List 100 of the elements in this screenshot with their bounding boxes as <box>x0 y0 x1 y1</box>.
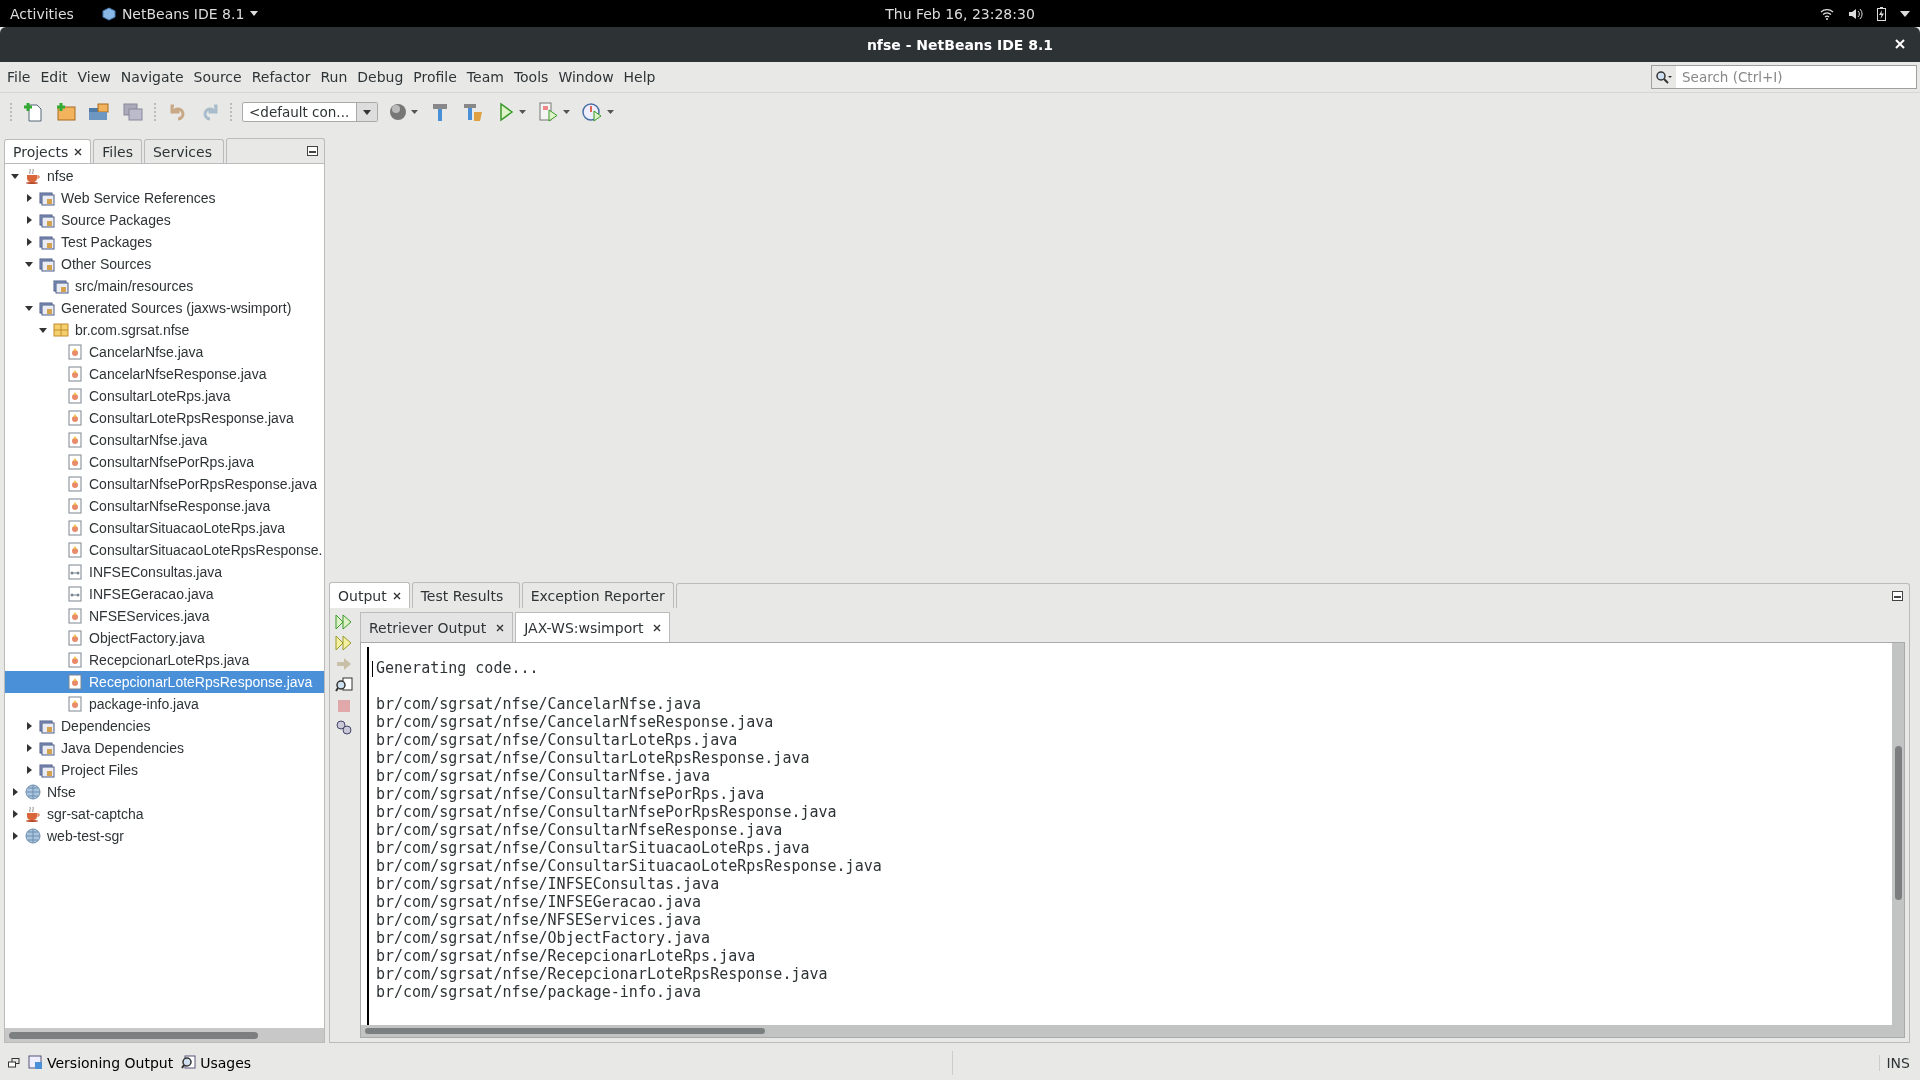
interface-file-icon <box>67 564 83 580</box>
text-cursor <box>372 661 373 677</box>
activities-button[interactable]: Activities <box>10 5 74 22</box>
tree-item[interactable]: ConsultarSituacaoLoteRps.java <box>5 517 324 539</box>
tree-item[interactable]: ConsultarLoteRpsResponse.java <box>5 407 324 429</box>
menu-item[interactable]: Profile <box>408 69 462 85</box>
java-file-icon <box>67 366 83 382</box>
tree-item[interactable]: web-test-sgr <box>5 825 324 847</box>
tree-item[interactable]: Nfse <box>5 781 324 803</box>
java-file-icon <box>67 432 83 448</box>
panel-tab[interactable]: Output <box>329 582 410 608</box>
close-icon[interactable] <box>74 147 83 156</box>
output-line: br/com/sgrsat/nfse/CancelarNfse.java <box>376 695 702 713</box>
menu-item[interactable]: Edit <box>35 69 73 85</box>
collapse-arrow-icon[interactable] <box>9 171 21 181</box>
tree-item[interactable]: CancelarNfseResponse.java <box>5 363 324 385</box>
tree-item[interactable]: nfse <box>5 165 324 187</box>
java-file-icon <box>67 476 83 492</box>
menu-item[interactable]: Team <box>461 69 509 85</box>
output-line: br/com/sgrsat/nfse/ConsultarSituacaoLoteRps.java <box>376 839 810 857</box>
restore-windows-icon[interactable] <box>8 1057 20 1068</box>
rerun-with-options-icon[interactable] <box>335 635 353 651</box>
tree-item[interactable]: Dependencies <box>5 715 324 737</box>
tree-item[interactable]: ConsultarNfsePorRpsResponse.java <box>5 473 324 495</box>
clock[interactable]: Thu Feb 16, 23:28:30 <box>885 5 1035 22</box>
minimize-icon[interactable] <box>1892 591 1903 601</box>
menu-item[interactable]: Refactor <box>246 69 316 85</box>
caret-icon[interactable] <box>1900 10 1910 17</box>
profile-icon[interactable] <box>580 100 616 124</box>
tree-item[interactable]: sgr-sat-captcha <box>5 803 324 825</box>
close-icon[interactable] <box>392 591 401 600</box>
tree-item[interactable]: NFSEServices.java <box>5 605 324 627</box>
panel-tab[interactable]: Projects <box>4 139 92 163</box>
close-icon[interactable] <box>653 623 662 632</box>
scrollbar-thumb[interactable] <box>9 1031 258 1039</box>
panel-tab[interactable]: Services <box>143 139 224 163</box>
tree-item[interactable]: Web Service References <box>5 187 324 209</box>
search-icon[interactable] <box>335 677 353 693</box>
tree-item[interactable]: ObjectFactory.java <box>5 627 324 649</box>
tree-item[interactable]: INFSEConsultas.java <box>5 561 324 583</box>
menu-item[interactable]: Tools <box>508 69 554 85</box>
output-line: br/com/sgrsat/nfse/CancelarNfseResponse.java <box>376 713 774 731</box>
collapse-arrow-icon[interactable] <box>23 303 35 313</box>
window-title: nfse - NetBeans IDE 8.1 <box>866 36 1054 53</box>
wifi-icon[interactable] <box>1820 7 1834 20</box>
tree-item[interactable]: Test Packages <box>5 231 324 253</box>
panel-tab[interactable]: Exception Reporter <box>521 582 674 608</box>
tree-item[interactable]: br.com.sgrsat.nfse <box>5 319 324 341</box>
collapse-arrow-icon[interactable] <box>37 325 49 335</box>
console-tab[interactable]: JAX-WS:wsimport <box>515 612 671 642</box>
tree-item[interactable]: Java Dependencies <box>5 737 324 759</box>
tree-item[interactable]: ConsultarSituacaoLoteRpsResponse. <box>5 539 324 561</box>
folder-icon <box>39 190 55 206</box>
java-file-icon <box>67 344 83 360</box>
scrollbar-thumb[interactable] <box>1895 746 1902 900</box>
console-tab[interactable]: Retriever Output <box>360 612 514 642</box>
menu-item[interactable]: Run <box>315 69 353 85</box>
tree-item[interactable]: INFSEGeracao.java <box>5 583 324 605</box>
menu-item[interactable]: Debug <box>352 69 409 85</box>
tree-item[interactable]: Source Packages <box>5 209 324 231</box>
status-bar-item[interactable]: Versioning Output <box>28 1054 174 1071</box>
tree-item[interactable]: ConsultarNfse.java <box>5 429 324 451</box>
tree-item[interactable]: ConsultarNfseResponse.java <box>5 495 324 517</box>
search-field[interactable]: Search (Ctrl+I) <box>1651 65 1917 89</box>
tree-item[interactable]: package-info.java <box>5 693 324 715</box>
panel-tab[interactable]: Files <box>93 139 142 163</box>
output-line: br/com/sgrsat/nfse/ConsultarNfsePorRps.java <box>376 785 765 803</box>
app-menu[interactable]: NetBeans IDE 8.1 <box>101 5 259 22</box>
status-bar-item[interactable]: Usages <box>181 1054 252 1071</box>
menu-item[interactable]: Help <box>618 69 661 85</box>
search-icon <box>181 1055 197 1070</box>
panel-tab[interactable]: Test Results <box>411 582 520 608</box>
menu-item[interactable]: View <box>72 69 116 85</box>
volume-icon[interactable] <box>1848 7 1863 20</box>
folder-icon <box>39 212 55 228</box>
debug-icon[interactable] <box>536 100 572 124</box>
menu-item[interactable]: Source <box>188 69 247 85</box>
menu-item[interactable]: Navigate <box>115 69 189 85</box>
menu-item[interactable]: Window <box>553 69 619 85</box>
java-file-icon <box>67 388 83 404</box>
tree-item[interactable]: ConsultarNfsePorRps.java <box>5 451 324 473</box>
scrollbar-thumb[interactable] <box>365 1028 765 1034</box>
tree-item[interactable]: Other Sources <box>5 253 324 275</box>
tree-item[interactable]: src/main/resources <box>5 275 324 297</box>
configuration-dropdown[interactable]: <default con... <box>242 102 378 122</box>
rerun-icon[interactable] <box>335 614 353 630</box>
tree-item[interactable]: CancelarNfse.java <box>5 341 324 363</box>
tree-item[interactable]: RecepcionarLoteRps.java <box>5 649 324 671</box>
tree-item[interactable]: ConsultarLoteRps.java <box>5 385 324 407</box>
java-file-icon <box>67 542 83 558</box>
close-icon[interactable] <box>496 623 505 632</box>
collapse-arrow-icon[interactable] <box>23 259 35 269</box>
insert-mode-indicator: INS <box>1879 1054 1910 1071</box>
tree-item[interactable]: Project Files <box>5 759 324 781</box>
tree-item[interactable]: Generated Sources (jaxws-wsimport) <box>5 297 324 319</box>
java-file-icon <box>67 630 83 646</box>
battery-icon[interactable] <box>1877 6 1886 21</box>
output-line: br/com/sgrsat/nfse/INFSEGeracao.java <box>376 893 702 911</box>
menu-item[interactable]: File <box>2 69 36 85</box>
minimize-icon[interactable] <box>307 146 318 156</box>
